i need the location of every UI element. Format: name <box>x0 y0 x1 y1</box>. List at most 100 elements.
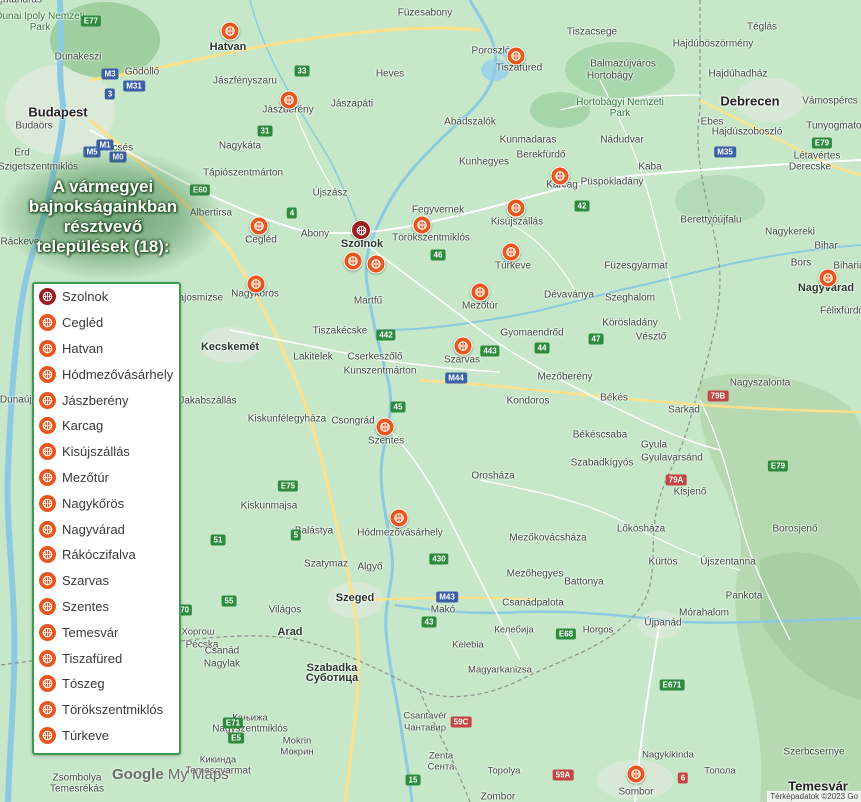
legend-item-label: Kisújszállás <box>62 444 130 460</box>
map-marker-szolnok[interactable] <box>351 220 371 240</box>
basketball-icon <box>42 292 53 302</box>
map-marker-cegléd[interactable] <box>249 216 269 236</box>
basketball-icon <box>251 279 261 289</box>
road-shield: 59C <box>450 716 472 728</box>
basketball-icon <box>511 51 521 61</box>
basketball-icon <box>39 623 56 641</box>
map-marker-nagykőrös[interactable] <box>246 274 266 294</box>
basketball-icon <box>39 572 56 590</box>
basketball-icon <box>42 653 53 663</box>
basketball-icon <box>39 675 56 693</box>
map-heading: A vármegyei bajnokságainkban résztvevő t… <box>10 177 196 257</box>
legend-item[interactable]: Jászberény <box>34 387 179 413</box>
basketball-icon <box>823 273 833 283</box>
basketball-icon <box>506 247 516 257</box>
legend-item[interactable]: Törökszentmiklós <box>34 697 179 723</box>
legend-item[interactable]: Cegléd <box>34 310 179 336</box>
basketball-icon <box>475 287 485 297</box>
basketball-icon <box>39 649 56 667</box>
legend-item[interactable]: Temesvár <box>34 619 179 645</box>
road-shield: E5 <box>228 732 244 744</box>
basketball-icon <box>42 524 53 534</box>
basketball-icon <box>39 288 56 306</box>
basketball-icon <box>417 220 427 230</box>
legend-item[interactable]: Tiszafüred <box>34 645 179 671</box>
basketball-icon <box>284 95 294 105</box>
road-shield: E68 <box>555 628 577 640</box>
basketball-icon <box>42 472 53 483</box>
basketball-icon <box>42 730 53 741</box>
legend-item[interactable]: Kisújszállás <box>34 439 179 465</box>
legend-item[interactable]: Rákóczifalva <box>34 542 179 568</box>
legend-item[interactable]: Túrkeve <box>34 723 179 749</box>
basketball-icon <box>39 443 56 461</box>
map-marker-szarvas[interactable] <box>453 336 473 356</box>
heading-line: települések (18): <box>36 237 170 256</box>
basketball-icon <box>42 317 53 328</box>
legend-item[interactable]: Hatvan <box>34 336 179 362</box>
legend-item[interactable]: Szarvas <box>34 568 179 594</box>
map-marker-jászberény[interactable] <box>279 90 299 110</box>
road-shield: 443 <box>480 345 500 357</box>
map-marker-karcag[interactable] <box>550 166 570 186</box>
map-marker-hatvan[interactable] <box>220 21 240 41</box>
map-marker-hódmezővásárhely[interactable] <box>389 508 409 528</box>
road-shield: E71 <box>222 717 244 729</box>
road-shield: 47 <box>588 333 604 345</box>
legend-item[interactable]: Hódmezővásárhely <box>34 361 179 387</box>
road-shield: 15 <box>405 774 421 786</box>
road-shield: 430 <box>429 553 449 565</box>
map-marker-mezőtúr[interactable] <box>470 282 490 302</box>
basketball-icon <box>42 446 53 457</box>
road-shield: 5 <box>290 529 302 541</box>
basketball-icon <box>42 395 53 405</box>
road-shield: 79B <box>707 390 729 402</box>
legend-item-label: Karcag <box>62 418 104 434</box>
map-marker-temesvár[interactable] <box>626 764 646 784</box>
map-marker-tószeg[interactable] <box>366 254 386 274</box>
map-marker-tiszafüred[interactable] <box>506 46 526 66</box>
legend-item[interactable]: Mezőtúr <box>34 465 179 491</box>
basketball-icon <box>225 26 235 36</box>
road-shield: E79 <box>811 137 833 149</box>
road-shield: E79 <box>767 460 789 472</box>
legend-item-label: Nagyvárad <box>62 521 125 537</box>
map-marker-nagyvárad[interactable] <box>818 268 838 288</box>
legend-item[interactable]: Karcag <box>34 413 179 439</box>
legend-item-label: Mezőtúr <box>62 469 109 485</box>
heading-line: A vármegyei <box>52 177 154 196</box>
legend-item[interactable]: Szolnok <box>34 284 179 310</box>
road-shield: M44 <box>445 372 467 384</box>
basketball-icon <box>348 256 358 266</box>
basketball-icon <box>39 339 56 357</box>
road-shield: 4 <box>286 207 298 219</box>
map-canvas[interactable]: Dunai Ipoly Nemzeti Park Füzesabony Tiszac… <box>0 0 861 802</box>
map-data-copyright[interactable]: Térképadatok ©2023 Go <box>767 791 861 802</box>
legend-item-label: Nagykőrös <box>62 495 125 511</box>
basketball-icon <box>631 769 641 779</box>
legend-item-label: Rákóczifalva <box>62 547 136 563</box>
legend-item[interactable]: Szentes <box>34 594 179 620</box>
legend-item[interactable]: Tószeg <box>34 671 179 697</box>
legend-item-label: Tiszafüred <box>62 650 123 666</box>
legend-item[interactable]: Nagykőrös <box>34 490 179 516</box>
map-marker-túrkeve[interactable] <box>501 242 521 262</box>
basketball-icon <box>356 225 366 235</box>
basketball-icon <box>42 627 53 638</box>
basketball-icon <box>254 221 264 231</box>
basketball-icon <box>39 391 56 409</box>
map-marker-törökszentmiklós[interactable] <box>412 215 432 235</box>
basketball-icon <box>511 203 521 213</box>
road-shield: 3 <box>104 88 116 100</box>
legend-item-label: Szentes <box>62 598 109 614</box>
map-marker-rákóczifalva[interactable] <box>343 251 363 271</box>
legend-item[interactable]: Nagyvárad <box>34 516 179 542</box>
basketball-icon <box>42 369 53 380</box>
legend-item-label: Szolnok <box>62 289 109 305</box>
legend-item-label: Törökszentmiklós <box>62 702 164 718</box>
basketball-icon <box>42 343 53 354</box>
map-marker-szentes[interactable] <box>375 417 395 437</box>
road-shield: M31 <box>123 80 145 92</box>
basketball-icon <box>39 365 56 383</box>
map-marker-kisújszállás[interactable] <box>506 198 526 218</box>
